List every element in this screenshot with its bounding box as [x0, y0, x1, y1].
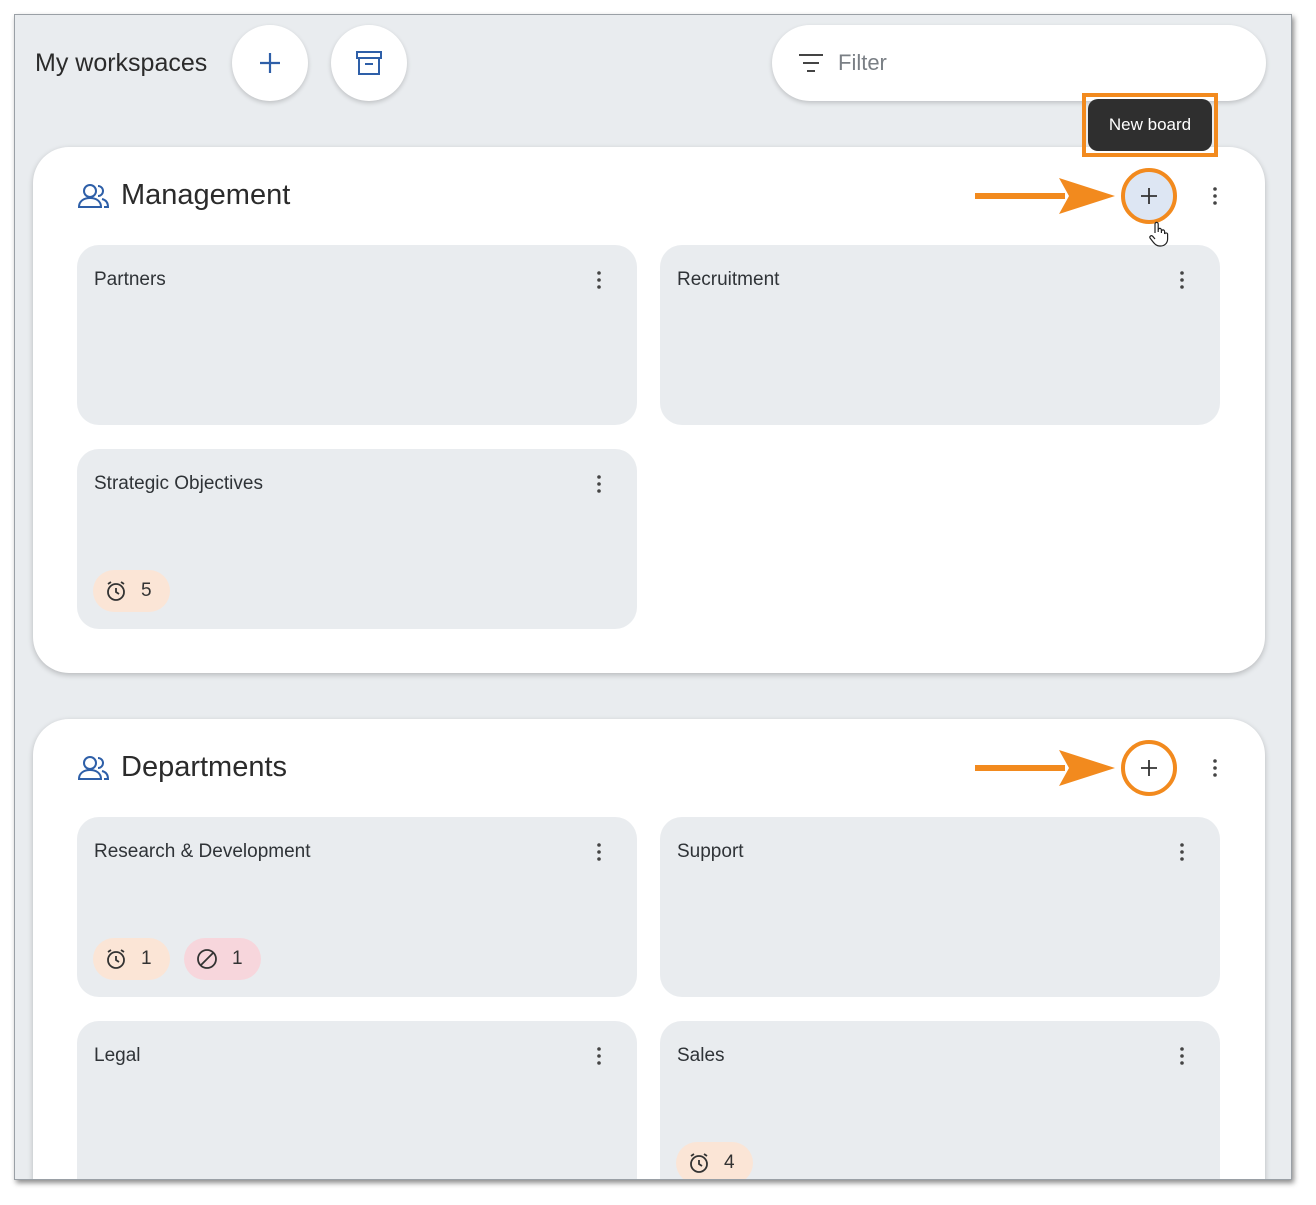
- board-title: Partners: [94, 269, 166, 290]
- badge-count: 1: [232, 948, 243, 969]
- alarm-clock-icon: [690, 1153, 708, 1173]
- plus-icon: [1141, 760, 1157, 776]
- workspace-menu-button[interactable]: [1201, 176, 1229, 216]
- alarm-clock-icon: [107, 581, 125, 601]
- board-menu-button[interactable]: [1172, 265, 1192, 295]
- board-card-recruitment[interactable]: Recruitment: [660, 245, 1220, 425]
- blocked-icon: [197, 949, 217, 969]
- new-board-tooltip: New board: [1088, 99, 1212, 151]
- page-title: My workspaces: [35, 49, 208, 77]
- new-board-button[interactable]: [1121, 740, 1177, 796]
- overdue-badge[interactable]: 4: [676, 1142, 753, 1179]
- board-card-legal[interactable]: Legal: [77, 1021, 637, 1179]
- overdue-badge[interactable]: 5: [93, 570, 170, 612]
- people-icon: [77, 184, 110, 208]
- board-menu-button[interactable]: [589, 469, 609, 499]
- more-vertical-icon: [1213, 187, 1217, 205]
- filter-placeholder: Filter: [838, 50, 887, 75]
- more-vertical-icon: [597, 475, 601, 493]
- board-menu-button[interactable]: [1172, 1041, 1192, 1071]
- filter-input[interactable]: Filter: [772, 25, 1266, 101]
- workspaces-screen: My workspaces Filter Management Partners…: [14, 14, 1292, 1180]
- overdue-badge[interactable]: 1: [93, 938, 170, 980]
- board-card-strategic-objectives[interactable]: Strategic Objectives 5: [77, 449, 637, 629]
- board-card-sales[interactable]: Sales 4: [660, 1021, 1220, 1179]
- add-workspace-button[interactable]: [232, 25, 308, 101]
- plus-icon: [1141, 188, 1157, 204]
- people-icon: [77, 756, 110, 780]
- more-vertical-icon: [1180, 843, 1184, 861]
- board-title: Sales: [677, 1045, 725, 1066]
- board-menu-button[interactable]: [1172, 837, 1192, 867]
- new-board-button[interactable]: [1121, 168, 1177, 224]
- board-title: Legal: [94, 1045, 141, 1066]
- badge-count: 4: [724, 1152, 735, 1173]
- workspace-menu-button[interactable]: [1201, 748, 1229, 788]
- more-vertical-icon: [1180, 271, 1184, 289]
- board-card-research-development[interactable]: Research & Development 1 1: [77, 817, 637, 997]
- more-vertical-icon: [597, 1047, 601, 1065]
- badge-count: 5: [141, 580, 152, 601]
- workspace-title: Departments: [121, 751, 288, 783]
- board-title: Support: [677, 841, 744, 862]
- board-menu-button[interactable]: [589, 837, 609, 867]
- board-menu-button[interactable]: [589, 1041, 609, 1071]
- more-vertical-icon: [1213, 759, 1217, 777]
- more-vertical-icon: [597, 843, 601, 861]
- more-vertical-icon: [597, 271, 601, 289]
- plus-icon: [260, 53, 280, 73]
- tooltip-highlight: New board: [1082, 93, 1218, 157]
- hand-cursor-icon: [1149, 221, 1169, 247]
- board-card-partners[interactable]: Partners: [77, 245, 637, 425]
- badge-count: 1: [141, 948, 152, 969]
- board-card-support[interactable]: Support: [660, 817, 1220, 997]
- archive-icon: [356, 51, 382, 75]
- board-menu-button[interactable]: [589, 265, 609, 295]
- alarm-clock-icon: [107, 949, 125, 969]
- workspace-title: Management: [121, 179, 291, 211]
- board-title: Research & Development: [94, 841, 311, 862]
- board-title: Strategic Objectives: [94, 473, 263, 494]
- more-vertical-icon: [1180, 1047, 1184, 1065]
- workspace-management: Management Partners Recruitment Strategi…: [33, 147, 1265, 673]
- arrow-annotation-icon: [975, 750, 1115, 786]
- board-title: Recruitment: [677, 269, 780, 290]
- filter-icon: [799, 54, 823, 72]
- arrow-annotation-icon: [975, 178, 1115, 214]
- blocked-badge[interactable]: 1: [184, 938, 261, 980]
- archive-button[interactable]: [331, 25, 407, 101]
